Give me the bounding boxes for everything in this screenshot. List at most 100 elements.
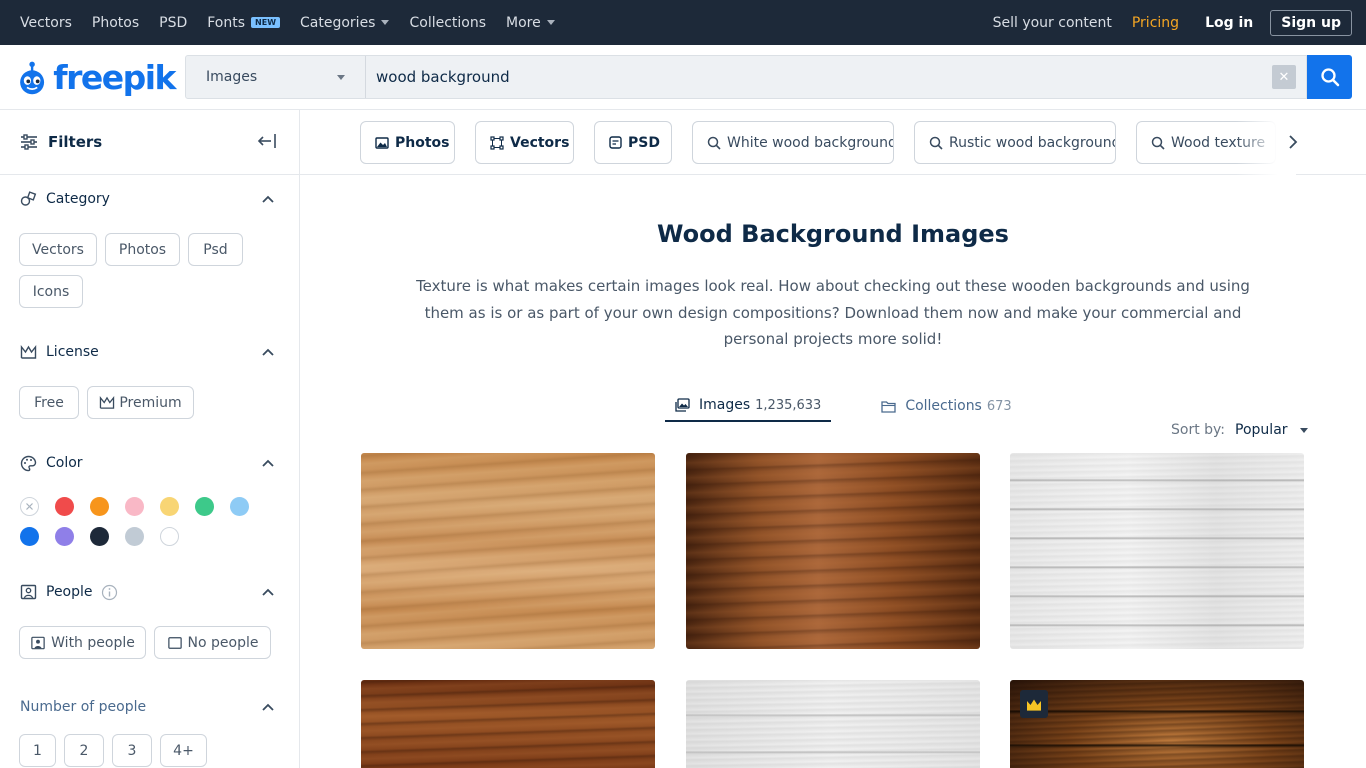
collapse-sidebar-button[interactable] <box>257 132 277 154</box>
nav-psd[interactable]: PSD <box>159 15 187 31</box>
search-button[interactable] <box>1307 55 1352 99</box>
color-lightblue-swatch[interactable] <box>230 497 249 516</box>
close-icon <box>26 503 33 510</box>
person-frame-icon <box>31 636 45 649</box>
result-image[interactable] <box>1010 453 1304 649</box>
color-yellow-swatch[interactable] <box>160 497 179 516</box>
pricing-link[interactable]: Pricing <box>1132 15 1179 31</box>
tab-images-count: 1,235,633 <box>755 397 822 413</box>
nav-psd-label: PSD <box>159 14 188 31</box>
color-white-swatch[interactable] <box>160 527 179 546</box>
chip-white-wood-background[interactable]: White wood background <box>692 121 894 164</box>
search-input[interactable]: wood background <box>366 68 1272 86</box>
tab-images[interactable]: Images 1,235,633 <box>665 390 832 422</box>
filters-sidebar: Filters Category Vectors Photos Psd Icon… <box>0 110 300 768</box>
caret-down-icon <box>546 20 555 25</box>
license-header[interactable]: License <box>0 340 299 364</box>
nav-fonts[interactable]: Fonts NEW <box>207 14 281 31</box>
filter-with-people[interactable]: With people <box>19 626 146 659</box>
nav-vectors[interactable]: Vectors <box>20 15 72 31</box>
filter-with-people-label: With people <box>51 634 135 651</box>
result-image[interactable] <box>686 453 980 649</box>
color-purple-swatch[interactable] <box>55 527 74 546</box>
color-header[interactable]: Color <box>0 451 299 475</box>
vector-icon <box>490 135 504 150</box>
login-link[interactable]: Log in <box>1205 15 1253 31</box>
search-icon <box>1320 68 1339 87</box>
filter-psd[interactable]: Psd <box>188 233 243 266</box>
color-pink-swatch[interactable] <box>125 497 144 516</box>
sliders-icon <box>21 134 37 150</box>
chip-white-wood-background-label: White wood background <box>727 134 894 151</box>
search-icon <box>707 136 721 150</box>
folder-icon <box>881 400 896 413</box>
color-gray-swatch[interactable] <box>125 527 144 546</box>
chip-vectors-label: Vectors <box>510 134 570 151</box>
crown-outline-icon <box>20 344 37 359</box>
filter-vectors[interactable]: Vectors <box>19 233 97 266</box>
close-icon: ✕ <box>1278 69 1290 85</box>
filter-free[interactable]: Free <box>19 386 79 419</box>
shapes-icon <box>20 191 37 206</box>
people-label: People <box>46 584 93 600</box>
color-green-swatch[interactable] <box>195 497 214 516</box>
filter-premium-label: Premium <box>119 394 182 411</box>
nav-collections-label: Collections <box>409 14 487 31</box>
people-header[interactable]: People <box>0 580 299 604</box>
chevron-up-icon <box>262 348 274 356</box>
caret-down-icon <box>337 74 345 80</box>
result-image[interactable] <box>686 680 980 768</box>
sell-content-link[interactable]: Sell your content <box>993 15 1112 31</box>
chip-vectors[interactable]: Vectors <box>475 121 574 164</box>
nav-vectors-label: Vectors <box>20 14 72 31</box>
result-tabs: Images 1,235,633 Collections 673 <box>665 390 1022 423</box>
number-of-people-label: Number of people <box>20 699 147 715</box>
color-section: Color <box>0 451 299 475</box>
chip-psd[interactable]: PSD <box>594 121 672 164</box>
nav-photos[interactable]: Photos <box>92 15 139 31</box>
sort-label: Sort by: <box>1171 422 1226 438</box>
filter-people-3[interactable]: 3 <box>112 734 152 767</box>
filter-people-1[interactable]: 1 <box>19 734 56 767</box>
color-black-swatch[interactable] <box>90 527 109 546</box>
nav-collections[interactable]: Collections <box>409 15 486 31</box>
category-header[interactable]: Category <box>0 187 299 211</box>
top-navigation-bar: Vectors Photos PSD Fonts NEW Categories C… <box>0 0 1366 45</box>
chevron-up-icon <box>262 703 274 711</box>
search-type-value: Images <box>206 69 258 85</box>
color-none-swatch[interactable] <box>20 497 39 516</box>
nav-categories[interactable]: Categories <box>300 15 390 31</box>
filter-people-4plus[interactable]: 4+ <box>160 734 207 767</box>
chip-photos[interactable]: Photos <box>360 121 455 164</box>
result-image[interactable] <box>361 453 655 649</box>
chip-rustic-wood-background[interactable]: Rustic wood background <box>914 121 1116 164</box>
freepik-logo[interactable]: freepik <box>15 55 176 100</box>
clear-search-button[interactable]: ✕ <box>1272 65 1296 89</box>
result-image[interactable] <box>361 680 655 768</box>
number-of-people-header[interactable]: Number of people <box>0 695 299 719</box>
info-icon[interactable] <box>101 584 118 601</box>
chips-next-button[interactable] <box>1287 134 1299 154</box>
color-red-swatch[interactable] <box>55 497 74 516</box>
new-badge: NEW <box>251 17 281 28</box>
category-section: Category <box>0 187 299 211</box>
search-bar: Images wood background ✕ <box>185 55 1307 99</box>
result-image[interactable] <box>1010 680 1304 768</box>
chevron-up-icon <box>262 459 274 467</box>
signup-button[interactable]: Sign up <box>1270 9 1352 36</box>
tab-collections[interactable]: Collections 673 <box>871 390 1021 422</box>
filter-no-people[interactable]: No people <box>154 626 271 659</box>
filter-premium[interactable]: Premium <box>87 386 194 419</box>
search-type-select[interactable]: Images <box>186 56 366 98</box>
chevron-right-icon <box>1289 135 1298 149</box>
nav-fonts-label: Fonts <box>207 14 246 31</box>
sort-dropdown[interactable]: Sort by: Popular <box>1171 422 1308 438</box>
filter-photos[interactable]: Photos <box>105 233 180 266</box>
premium-badge <box>1020 690 1048 718</box>
freepik-mascot-icon <box>20 61 45 94</box>
color-blue-swatch[interactable] <box>20 527 39 546</box>
nav-more[interactable]: More <box>506 15 555 31</box>
filter-icons[interactable]: Icons <box>19 275 83 308</box>
filter-people-2[interactable]: 2 <box>64 734 104 767</box>
color-orange-swatch[interactable] <box>90 497 109 516</box>
